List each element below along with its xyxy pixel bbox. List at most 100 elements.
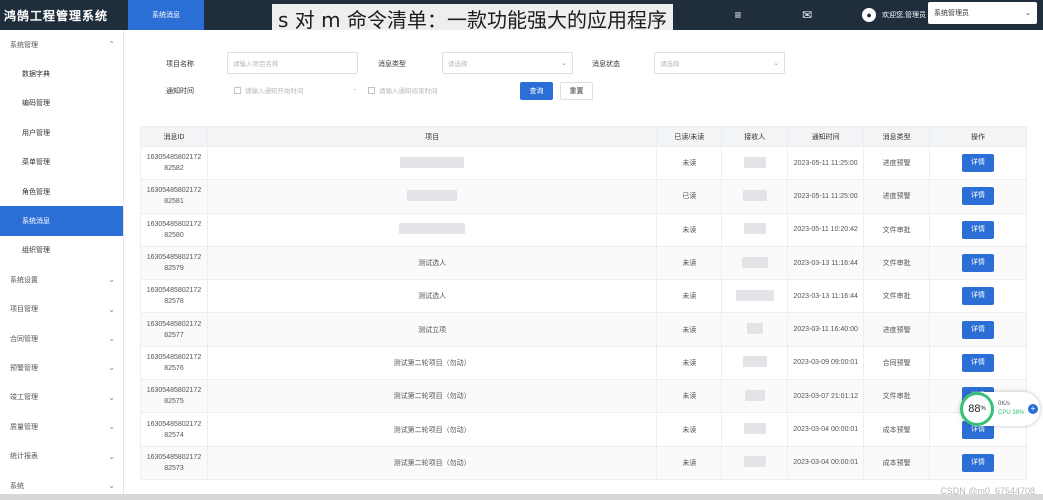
message-id-part: 82582 — [164, 165, 184, 173]
user-welcome-text: 欢迎您,管理员 — [882, 12, 926, 19]
project-name-input[interactable]: 请输入项目名称 — [227, 52, 358, 74]
column-header: 项目 — [206, 126, 658, 147]
sidebar-item-6[interactable]: 系统消息 — [0, 206, 123, 236]
sidebar-item-0[interactable]: 系统管理 ⌃ — [0, 30, 123, 59]
sidebar-toggle-icon[interactable]: ≡ — [728, 5, 748, 25]
message-status-select[interactable]: 请选择 ⌄ — [654, 52, 785, 74]
redacted-receiver — [743, 223, 766, 235]
message-type-cell[interactable]: 进度预警 — [863, 312, 931, 347]
project-name: 测试选人 — [418, 260, 447, 268]
user-avatar-icon: ● — [862, 8, 877, 22]
read-status-cell: 未读 — [656, 245, 723, 281]
chevron-down-icon: ⌄ — [108, 304, 115, 314]
plus-icon[interactable]: + — [1028, 404, 1038, 414]
memory-gauge: 88% — [960, 392, 994, 426]
detail-button[interactable]: 详情 — [962, 187, 995, 206]
table-row: 16305485802172 82582 未读 2023-05-11 11:25:00… — [140, 145, 1027, 181]
sidebar-item-label: 系统 — [10, 482, 24, 490]
message-type-cell[interactable]: 进度预警 — [863, 145, 931, 181]
detail-button[interactable]: 详情 — [962, 254, 995, 273]
message-type-cell[interactable]: 成本预警 — [863, 412, 931, 447]
notify-time-cell: 2023-03-11 16:40:00 — [787, 312, 865, 347]
message-id-part: 82574 — [164, 431, 184, 439]
message-type-select[interactable]: 请选择 ⌄ — [442, 52, 573, 74]
sidebar-item-label: 编码管理 — [22, 100, 50, 108]
message-type-cell[interactable]: 文件审批 — [863, 279, 931, 314]
column-header: 操作 — [929, 126, 1027, 147]
sidebar-item-13[interactable]: 质量管理 ⌄ — [0, 412, 123, 441]
read-status-cell: 未读 — [656, 445, 723, 480]
sidebar-item-7[interactable]: 组织管理 — [0, 236, 123, 265]
message-type-cell[interactable]: 合同预警 — [863, 345, 931, 381]
sidebar-item-8[interactable]: 系统设置 ⌄ — [0, 265, 123, 294]
read-status-cell: 未读 — [656, 145, 723, 181]
message-id-part: 16305485802172 — [146, 453, 202, 461]
tab-system-messages[interactable]: 系统消息 — [128, 0, 204, 30]
action-cell: 详情 — [929, 145, 1027, 181]
detail-button[interactable]: 详情 — [962, 353, 995, 372]
sidebar-item-9[interactable]: 项目管理 ⌄ — [0, 295, 123, 324]
sidebar-item-10[interactable]: 合同管理 ⌄ — [0, 324, 123, 353]
notify-time-cell: 2023-05-11 10:20:42 — [787, 212, 865, 247]
sidebar-item-label: 质量管理 — [10, 423, 38, 431]
receiver-cell — [721, 245, 789, 281]
sidebar-item-label: 系统消息 — [22, 218, 50, 226]
message-type-cell[interactable]: 文件审批 — [863, 379, 931, 414]
horizontal-scrollbar[interactable] — [0, 494, 1043, 500]
overlay-caption: s 对 m 命令清单：一款功能强大的应用程序 — [272, 4, 673, 33]
column-header: 消息类型 — [863, 126, 931, 147]
receiver-cell — [721, 445, 789, 480]
receiver-cell — [721, 279, 789, 314]
sidebar-item-label: 统计报表 — [10, 453, 38, 461]
redacted-receiver — [743, 423, 766, 435]
sidebar-item-2[interactable]: 编码管理 — [0, 89, 123, 118]
notify-end-input[interactable]: 请输入通知结束时间 — [368, 85, 438, 95]
user-info[interactable]: ● 欢迎您,管理员 — [862, 0, 926, 30]
receiver-cell — [721, 145, 789, 181]
performance-monitor[interactable]: 88% 0K/s CPU 38% + — [960, 392, 1040, 426]
message-id-part: 82575 — [164, 398, 184, 406]
message-id-cell: 16305485802172 82575 — [140, 379, 208, 414]
message-type-cell[interactable]: 文件审批 — [863, 212, 931, 247]
detail-button[interactable]: 详情 — [962, 287, 995, 306]
sidebar-item-1[interactable]: 数据字典 — [0, 59, 123, 88]
message-type-label: 消息类型 — [378, 61, 406, 68]
notify-start-input[interactable]: 请输入通知开始时间 — [234, 85, 304, 95]
sidebar-item-4[interactable]: 菜单管理 — [0, 148, 123, 177]
role-select[interactable]: 系统管理员 ⌄ — [928, 2, 1037, 24]
sidebar-item-12[interactable]: 竣工管理 ⌄ — [0, 383, 123, 412]
receiver-cell — [721, 379, 789, 414]
sidebar-item-3[interactable]: 用户管理 — [0, 118, 123, 147]
reset-button[interactable]: 重置 — [560, 82, 593, 100]
message-table: 消息ID 项目 已读/未读 接收人 通知时间 消息类型 操作 16305485802172 8… — [140, 126, 1027, 480]
message-id-part: 82579 — [164, 265, 184, 273]
action-cell: 详情 — [929, 245, 1027, 281]
detail-button[interactable]: 详情 — [962, 320, 995, 339]
message-id-part: 16305485802172 — [146, 187, 202, 195]
redacted-receiver — [746, 323, 763, 335]
detail-button[interactable]: 详情 — [962, 154, 995, 173]
message-type-cell[interactable]: 成本预警 — [863, 445, 931, 480]
cpu-usage: CPU 38% — [998, 410, 1025, 416]
table-body: 16305485802172 82582 未读 2023-05-11 11:25:00… — [140, 145, 1027, 480]
sidebar-item-11[interactable]: 预警管理 ⌄ — [0, 353, 123, 382]
sidebar-item-14[interactable]: 统计报表 ⌄ — [0, 441, 123, 470]
message-id-cell: 16305485802172 82580 — [140, 212, 208, 247]
message-id-cell: 16305485802172 82582 — [140, 145, 208, 181]
monitor-stats: 0K/s CPU 38% — [998, 400, 1024, 418]
detail-button[interactable]: 详情 — [962, 453, 995, 472]
redacted-receiver — [744, 389, 765, 401]
read-status-cell: 已读 — [656, 179, 723, 214]
calendar-icon — [368, 86, 375, 94]
message-type-cell[interactable]: 文件审批 — [863, 245, 931, 281]
sidebar-item-5[interactable]: 角色管理 — [0, 177, 123, 206]
detail-button[interactable]: 详情 — [962, 220, 995, 239]
query-button[interactable]: 查询 — [520, 82, 553, 100]
action-cell: 详情 — [929, 312, 1027, 347]
message-icon[interactable]: ✉ — [797, 5, 817, 25]
sidebar-item-label: 预警管理 — [10, 364, 38, 372]
receiver-cell — [721, 312, 789, 347]
message-type-cell[interactable]: 进度预警 — [863, 179, 931, 214]
column-header: 通知时间 — [787, 126, 865, 147]
read-status-cell: 未读 — [656, 412, 723, 447]
